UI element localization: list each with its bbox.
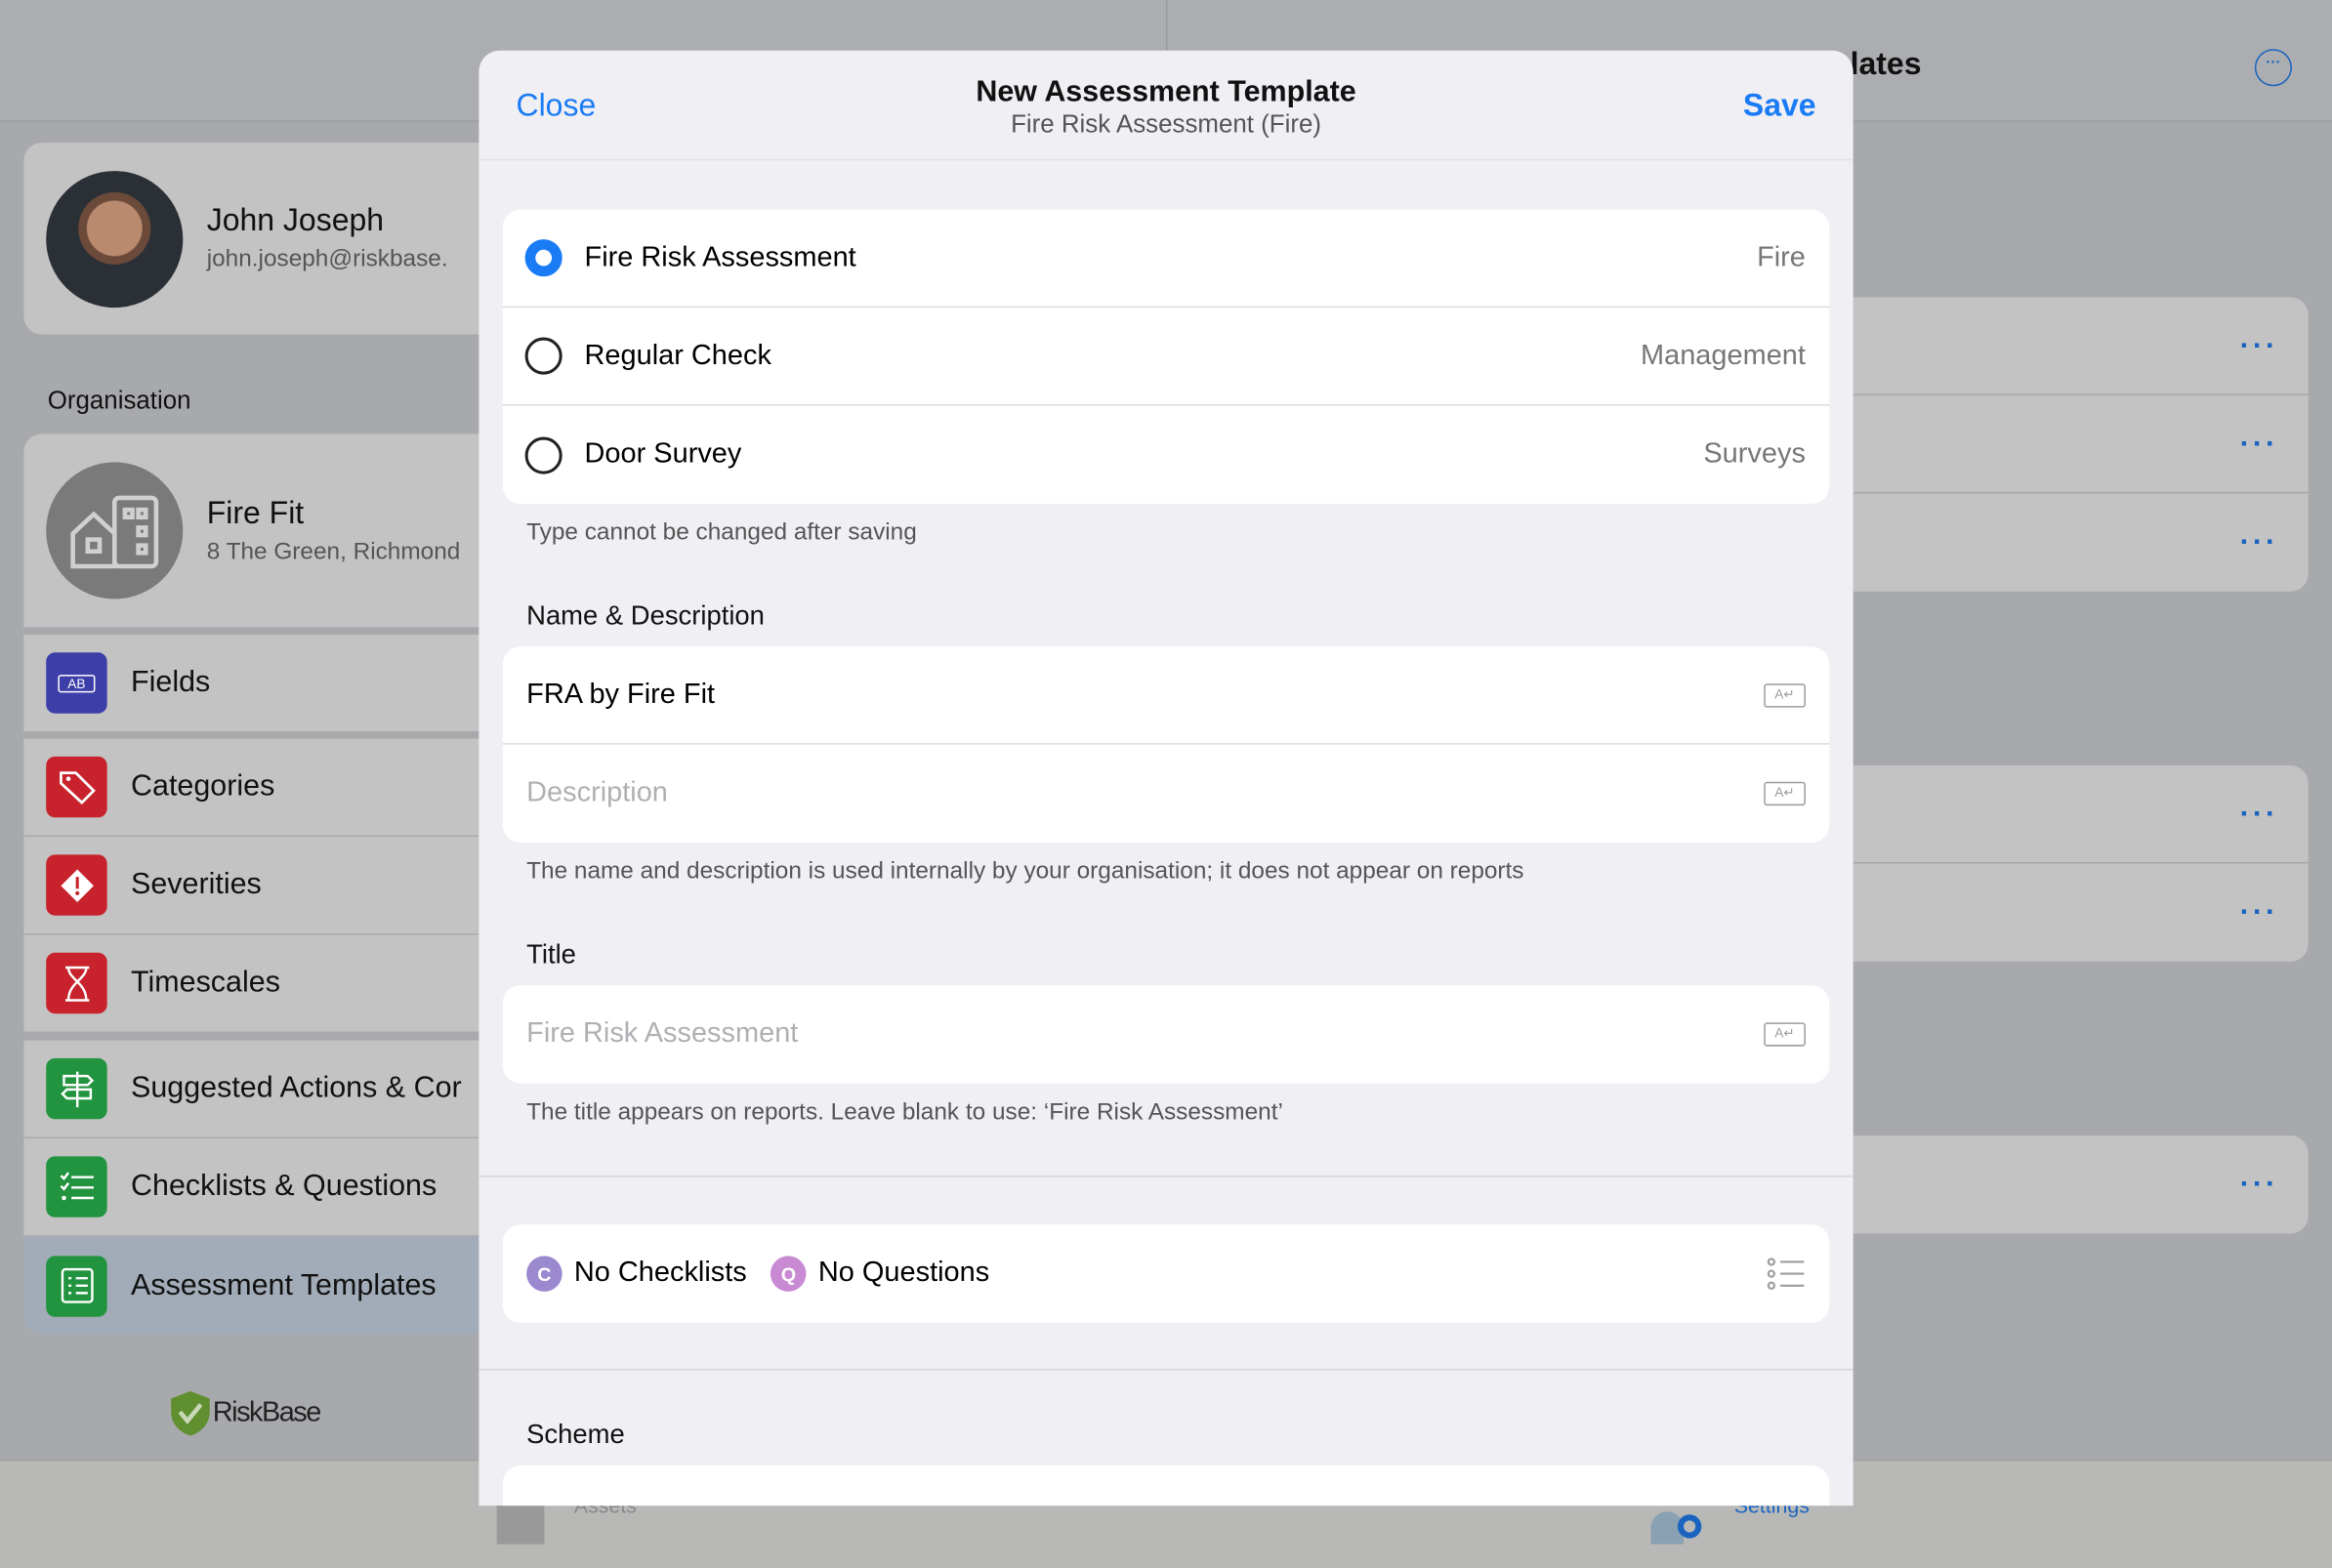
modal-title: New Assessment Template [976,75,1356,109]
warning-diamond-icon [46,854,107,916]
profile-email: john.joseph@riskbase. [206,246,448,272]
organisation-card[interactable]: Fire Fit 8 The Green, Richmond [23,433,500,628]
title-placeholder: Fire Risk Assessment [526,1017,799,1050]
scheme-header: Scheme [526,1419,625,1450]
organisation-address: 8 The Green, Richmond [206,539,461,565]
text-field-icon: AB [46,652,107,714]
type-category: Surveys [1703,438,1806,471]
more-icon[interactable]: ··· [2240,798,2279,832]
list-item[interactable]: ··· [1853,493,2309,591]
title-field[interactable]: Fire Risk Assessment A↵ [503,985,1830,1083]
radio-unselected-icon[interactable] [524,337,562,375]
name-value: FRA by Fire Fit [526,678,716,710]
riskbase-logo: RiskBase [168,1389,322,1437]
list-item[interactable]: ··· [1853,395,2309,494]
description-placeholder: Description [526,777,668,809]
keyboard-return-icon: A↵ [1764,781,1806,806]
signpost-icon [46,1057,107,1120]
sidebar-item-label: Severities [131,868,262,901]
name-field[interactable]: FRA by Fire Fit A↵ [502,646,1830,745]
house-icon [496,1500,545,1545]
shield-check-icon [171,1390,210,1436]
more-icon[interactable]: ··· [2240,526,2279,560]
list-item[interactable]: ··· [1853,765,2309,864]
list-item[interactable]: ··· [1853,863,2309,961]
type-category: Management [1641,339,1806,371]
sidebar-item-label: Fields [131,665,211,699]
organisation-name: Fire Fit [206,496,305,531]
sidebar-item-label: Timescales [131,966,280,999]
save-button[interactable]: Save [1743,89,1816,125]
organisation-header: Organisation [47,386,191,415]
sidebar-item-severities[interactable]: Severities [23,837,500,935]
more-options-button[interactable]: ··· [2254,49,2292,87]
more-icon[interactable]: ··· [2240,1169,2279,1203]
radio-unselected-icon[interactable] [524,435,562,474]
more-icon[interactable]: ··· [2240,428,2279,462]
type-label: Regular Check [584,339,771,371]
description-field[interactable]: Description A↵ [503,745,1830,843]
template-icon [46,1255,107,1316]
title-footer: The title appears on reports. Leave blan… [526,1099,1283,1126]
sidebar-item-label: Assessment Templates [131,1268,437,1301]
sidebar-item-checklists[interactable]: Checklists & Questions [23,1138,500,1237]
radio-selected-icon[interactable] [524,239,562,277]
checklists-group: C No Checklists Q No Questions [502,1224,1830,1323]
sidebar-item-label: Checklists & Questions [131,1170,437,1203]
question-badge-icon: Q [770,1256,807,1292]
checklists-questions-row[interactable]: C No Checklists Q No Questions [503,1224,1830,1322]
type-label: Door Survey [584,438,742,471]
sidebar-item-label: Suggested Actions & Cor [131,1071,462,1105]
list-item[interactable]: ··· [1853,1135,2309,1233]
building-icon [46,462,184,599]
modal-header: Close New Assessment Template Fire Risk … [479,51,1853,161]
list-item[interactable]: ··· [1853,297,2309,395]
keyboard-return-icon: A↵ [1764,1022,1806,1047]
type-option-door-survey[interactable]: Door Survey Surveys [503,406,1830,504]
more-icon[interactable]: ··· [2240,330,2279,364]
keyboard-return-icon: A↵ [1764,683,1806,708]
profile-card[interactable]: John Joseph john.joseph@riskbase. [23,143,500,335]
type-label: Fire Risk Assessment [584,241,856,273]
checklist-icon [46,1156,107,1217]
type-option-fire-risk-assessment[interactable]: Fire Risk Assessment Fire [502,210,1830,309]
section-divider [479,1369,1853,1371]
template-list-group: ··· [1853,1135,2309,1234]
sidebar-item-assessment-templates[interactable]: Assessment Templates [23,1236,500,1336]
brand-name: RiskBase [212,1396,322,1428]
type-picker: Fire Risk Assessment Fire Regular Check … [502,209,1830,505]
title-header: Title [526,939,576,970]
background-page-title: lates [1850,47,1922,82]
sidebar-item-timescales[interactable]: Timescales [23,934,500,1033]
new-template-modal: Close New Assessment Template Fire Risk … [479,50,1853,1506]
sidebar-item-suggested-actions[interactable]: Suggested Actions & Cor [23,1040,500,1139]
checklist-badge-icon: C [526,1256,562,1292]
template-list-group: ··· ··· [1853,764,2309,962]
template-list-group: ··· ··· ··· [1853,297,2309,592]
type-footer: Type cannot be changed after saving [526,519,917,546]
sidebar-item-categories[interactable]: Categories [23,738,500,838]
avatar [46,171,184,309]
list-icon [1767,1258,1805,1290]
type-option-regular-check[interactable]: Regular Check Management [502,308,1830,406]
tag-icon [46,756,107,818]
hourglass-icon [46,952,107,1014]
name-description-group: FRA by Fire Fit A↵ Description A↵ [502,646,1830,844]
settings-gear-icon [1650,1503,1705,1545]
profile-name: John Joseph [206,203,385,238]
name-footer: The name and description is used interna… [526,858,1524,885]
type-category: Fire [1757,241,1806,273]
split-divider [1166,0,1168,53]
sidebar-item-label: Categories [131,769,275,804]
questions-label: No Questions [817,1257,990,1289]
sidebar-item-fields[interactable]: AB Fields [23,635,500,733]
modal-subtitle: Fire Risk Assessment (Fire) [1011,109,1321,139]
title-group: Fire Risk Assessment A↵ [502,985,1830,1084]
checklists-label: No Checklists [573,1257,747,1289]
section-divider [479,1176,1853,1177]
more-icon[interactable]: ··· [2240,896,2279,930]
scheme-group[interactable] [502,1465,1830,1506]
name-description-header: Name & Description [526,600,765,631]
